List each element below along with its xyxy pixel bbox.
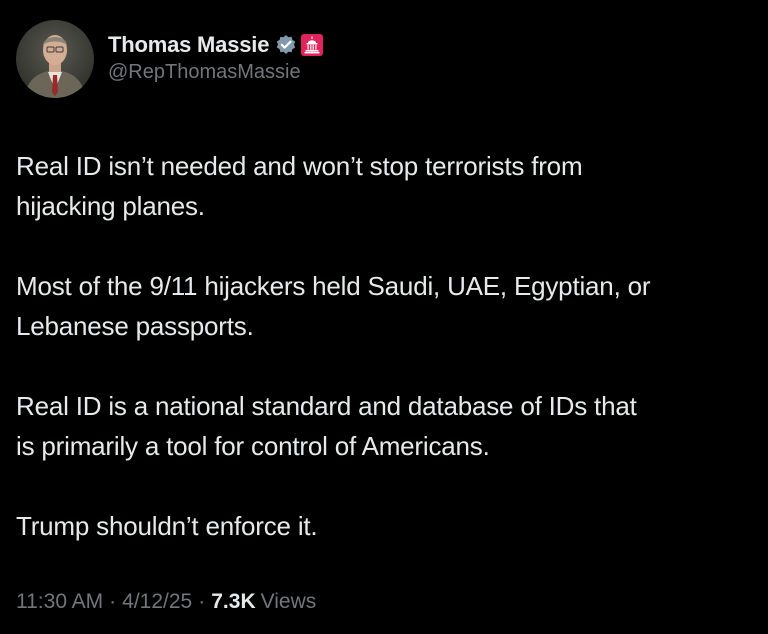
avatar-photo: [16, 20, 94, 98]
tweet-paragraph: Real ID isn’t needed and won’t stop terr…: [16, 151, 583, 221]
meta-separator: ·: [198, 590, 206, 613]
tweet-paragraph: Trump shouldn’t enforce it.: [16, 511, 318, 541]
tweet: Thomas Massie @RepThomasMassie Real ID i…: [0, 0, 768, 634]
tweet-date[interactable]: 4/12/25: [122, 590, 192, 614]
author-display-name[interactable]: Thomas Massie: [108, 32, 269, 58]
tweet-header: Thomas Massie @RepThomasMassie: [16, 20, 324, 98]
tweet-paragraph: Real ID is a national standard and datab…: [16, 391, 637, 461]
views-label: Views: [260, 590, 317, 613]
tweet-paragraph: Most of the 9/11 hijackers held Saudi, U…: [16, 271, 651, 341]
verified-checkmark-icon[interactable]: [275, 34, 297, 56]
author-handle[interactable]: @RepThomasMassie: [108, 61, 323, 84]
tweet-meta: 11:30 AM · 4/12/25 · 7.3K Views: [16, 590, 316, 614]
views-count[interactable]: 7.3K: [211, 590, 255, 614]
author-names: Thomas Massie @RepThomasMassie: [108, 31, 324, 84]
tweet-text: Real ID isn’t needed and won’t stop terr…: [16, 146, 756, 546]
avatar[interactable]: [16, 20, 94, 98]
capitol-building-icon[interactable]: [301, 33, 324, 56]
meta-separator: ·: [109, 590, 117, 613]
name-row: Thomas Massie: [108, 31, 324, 59]
tweet-time[interactable]: 11:30 AM: [16, 590, 103, 614]
